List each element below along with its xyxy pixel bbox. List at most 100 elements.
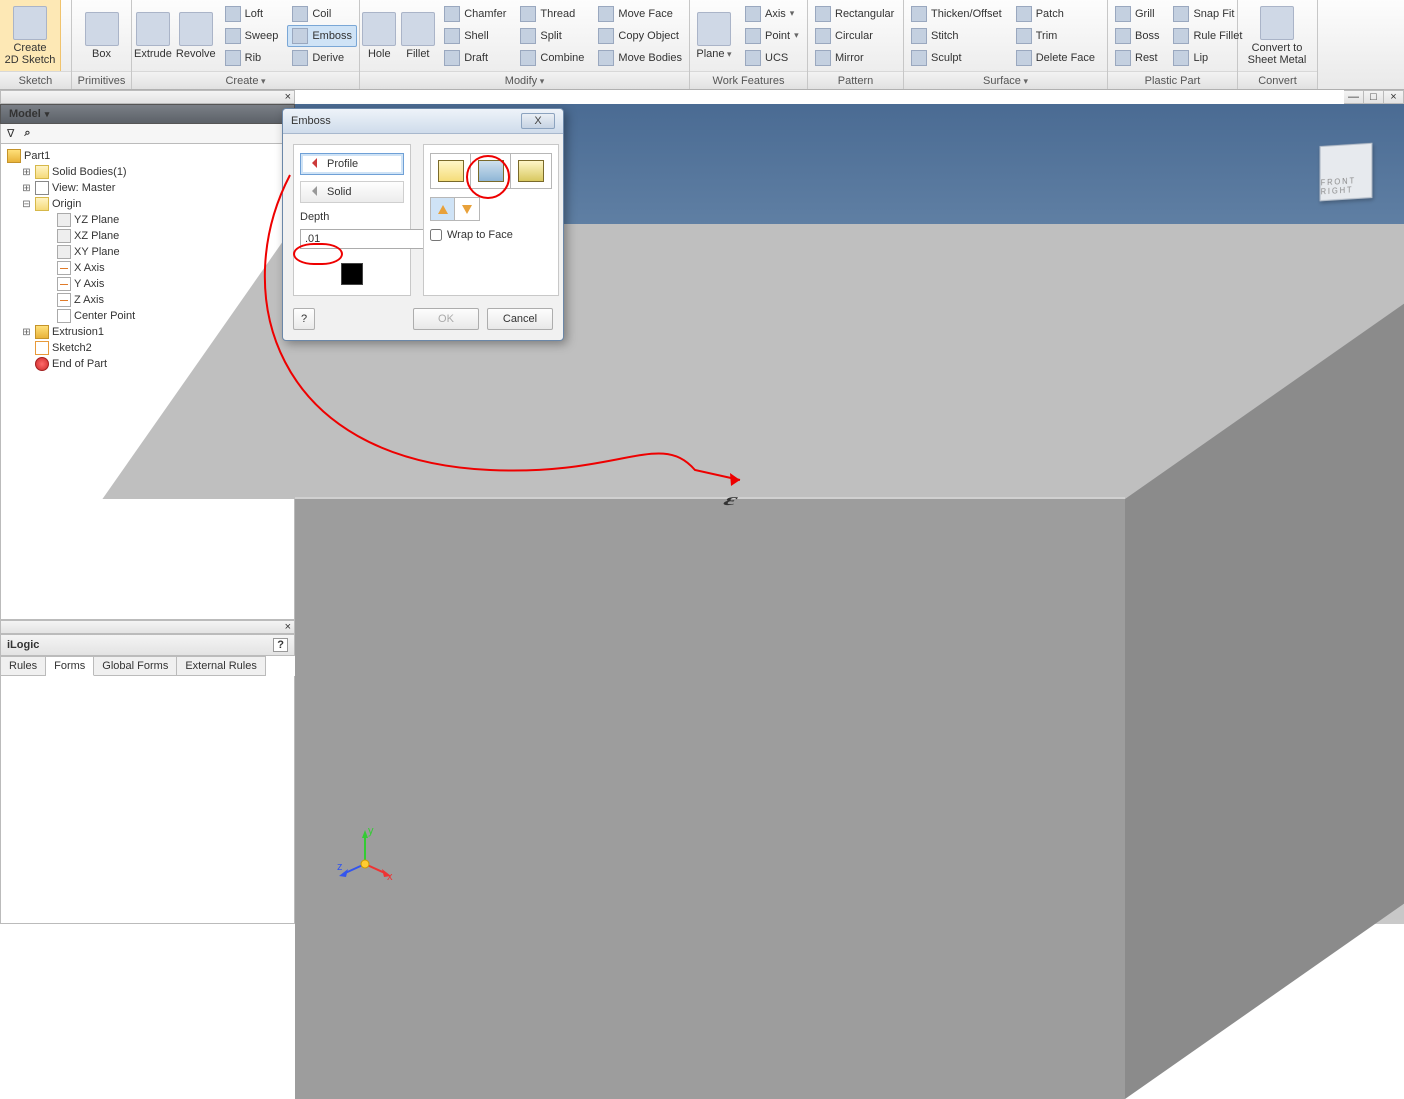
direction-2-button[interactable] — [455, 198, 479, 220]
label: Sketch2 — [52, 342, 92, 354]
tree-node[interactable]: ⊞Solid Bodies(1) — [3, 164, 292, 180]
box-icon — [85, 12, 119, 46]
emboss-type-row — [430, 153, 552, 189]
group-label[interactable]: Surface — [904, 71, 1107, 89]
doc-close-button[interactable]: × — [1384, 90, 1404, 104]
loft-button[interactable]: Loft — [220, 3, 284, 25]
dialog-footer: ? OK Cancel — [283, 302, 563, 340]
boss-button[interactable]: Boss — [1110, 25, 1164, 47]
combine-icon — [520, 50, 536, 66]
trim-button[interactable]: Trim — [1011, 25, 1100, 47]
rib-button[interactable]: Rib — [220, 47, 284, 69]
draft-button[interactable]: Draft — [439, 47, 511, 69]
axis-button[interactable]: Axis — [740, 3, 804, 25]
mirror-button[interactable]: Mirror — [810, 47, 899, 69]
point-button[interactable]: Point — [740, 25, 804, 47]
dialog-buttons: OK Cancel — [413, 308, 553, 330]
wrap-to-face-checkbox[interactable]: Wrap to Face — [430, 229, 552, 241]
point-icon — [57, 309, 71, 323]
create-2d-sketch-button[interactable]: Create 2D Sketch — [0, 0, 60, 71]
sweep-button[interactable]: Sweep — [220, 25, 284, 47]
model-panel-header[interactable]: Model▾ — [0, 104, 295, 124]
emboss-from-face-button[interactable] — [431, 154, 471, 188]
hole-button[interactable]: Hole — [360, 0, 399, 71]
circular-button[interactable]: Circular — [810, 25, 899, 47]
view-icon — [35, 181, 49, 195]
derive-button[interactable]: Derive — [287, 47, 357, 69]
label: Derive — [312, 52, 344, 64]
group-label[interactable]: Create — [132, 71, 359, 89]
box-button[interactable]: Box — [72, 0, 131, 71]
rest-button[interactable]: Rest — [1110, 47, 1164, 69]
doc-restore-button[interactable]: □ — [1364, 90, 1384, 104]
thicken-button[interactable]: Thicken/Offset — [906, 3, 1007, 25]
rectangular-button[interactable]: Rectangular — [810, 3, 899, 25]
patch-icon — [1016, 6, 1032, 22]
move-face-button[interactable]: Move Face — [593, 3, 687, 25]
rule-fillet-button[interactable]: Rule Fillet — [1168, 25, 1247, 47]
snap-fit-button[interactable]: Snap Fit — [1168, 3, 1247, 25]
expand-icon[interactable]: ⊞ — [21, 167, 32, 178]
grill-button[interactable]: Grill — [1110, 3, 1164, 25]
patch-button[interactable]: Patch — [1011, 3, 1100, 25]
dialog-help-button[interactable]: ? — [293, 308, 315, 330]
group-label[interactable]: Modify — [360, 71, 689, 89]
thread-button[interactable]: Thread — [515, 3, 589, 25]
ribbon-group-sketch: Create 2D Sketch Sketch — [0, 0, 72, 89]
revolve-button[interactable]: Revolve — [174, 0, 218, 71]
stitch-button[interactable]: Stitch — [906, 25, 1007, 47]
ilogic-tab-forms[interactable]: Forms — [46, 656, 94, 676]
sculpt-button[interactable]: Sculpt — [906, 47, 1007, 69]
doc-minimize-button[interactable]: — — [1344, 90, 1364, 104]
lip-button[interactable]: Lip — [1168, 47, 1247, 69]
delete-face-button[interactable]: Delete Face — [1011, 47, 1100, 69]
tree-node[interactable]: XY Plane — [3, 244, 292, 260]
copy-object-button[interactable]: Copy Object — [593, 25, 687, 47]
ilogic-tab-rules[interactable]: Rules — [1, 656, 46, 676]
engrave-from-face-button[interactable] — [471, 154, 511, 188]
wrap-checkbox-input[interactable] — [430, 229, 442, 241]
plane-button[interactable]: Plane — [690, 0, 738, 71]
solid-picker-button[interactable]: Solid — [300, 181, 404, 203]
panel-close-icon[interactable]: × — [285, 621, 291, 633]
expand-icon[interactable]: ⊞ — [21, 327, 32, 338]
emboss-button[interactable]: Emboss — [287, 25, 357, 47]
ilogic-body[interactable] — [0, 676, 295, 924]
dialog-titlebar[interactable]: Emboss X — [283, 109, 563, 134]
ilogic-tab-external-rules[interactable]: External Rules — [177, 656, 266, 676]
tree-node[interactable]: YZ Plane — [3, 212, 292, 228]
panel-close-icon[interactable]: × — [285, 91, 291, 103]
split-button[interactable]: Split — [515, 25, 589, 47]
tree-node[interactable]: ⊟Origin — [3, 196, 292, 212]
dialog-close-button[interactable]: X — [521, 113, 555, 129]
tree-root[interactable]: Part1 — [3, 148, 292, 164]
ilogic-tab-global-forms[interactable]: Global Forms — [94, 656, 177, 676]
coil-button[interactable]: Coil — [287, 3, 357, 25]
cancel-button[interactable]: Cancel — [487, 308, 553, 330]
tree-node[interactable]: ⊞View: Master — [3, 180, 292, 196]
expand-icon[interactable]: ⊞ — [21, 183, 32, 194]
tree-node[interactable]: X Axis — [3, 260, 292, 276]
extrude-button[interactable]: Extrude — [132, 0, 174, 71]
label: Grill — [1135, 8, 1155, 20]
tree-node[interactable]: XZ Plane — [3, 228, 292, 244]
ok-button[interactable]: OK — [413, 308, 479, 330]
help-icon[interactable]: ? — [273, 638, 288, 652]
convert-sheetmetal-button[interactable]: Convert to Sheet Metal — [1238, 0, 1316, 71]
combine-button[interactable]: Combine — [515, 47, 589, 69]
color-swatch[interactable] — [341, 263, 363, 285]
expand-icon[interactable]: ⊟ — [21, 199, 32, 210]
ucs-button[interactable]: UCS — [740, 47, 804, 69]
sketch-icon — [35, 341, 49, 355]
direction-1-button[interactable] — [431, 198, 455, 220]
emboss-from-plane-button[interactable] — [511, 154, 551, 188]
filter-icon[interactable]: ∇ — [7, 127, 14, 140]
emboss-type-icon — [438, 160, 464, 182]
fillet-button[interactable]: Fillet — [399, 0, 438, 71]
profile-picker-button[interactable]: Profile — [300, 153, 404, 175]
shell-button[interactable]: Shell — [439, 25, 511, 47]
move-bodies-button[interactable]: Move Bodies — [593, 47, 687, 69]
view-cube[interactable]: FRONT RIGHT — [1320, 143, 1373, 201]
chamfer-button[interactable]: Chamfer — [439, 3, 511, 25]
find-icon[interactable]: ⌕ — [24, 127, 30, 140]
